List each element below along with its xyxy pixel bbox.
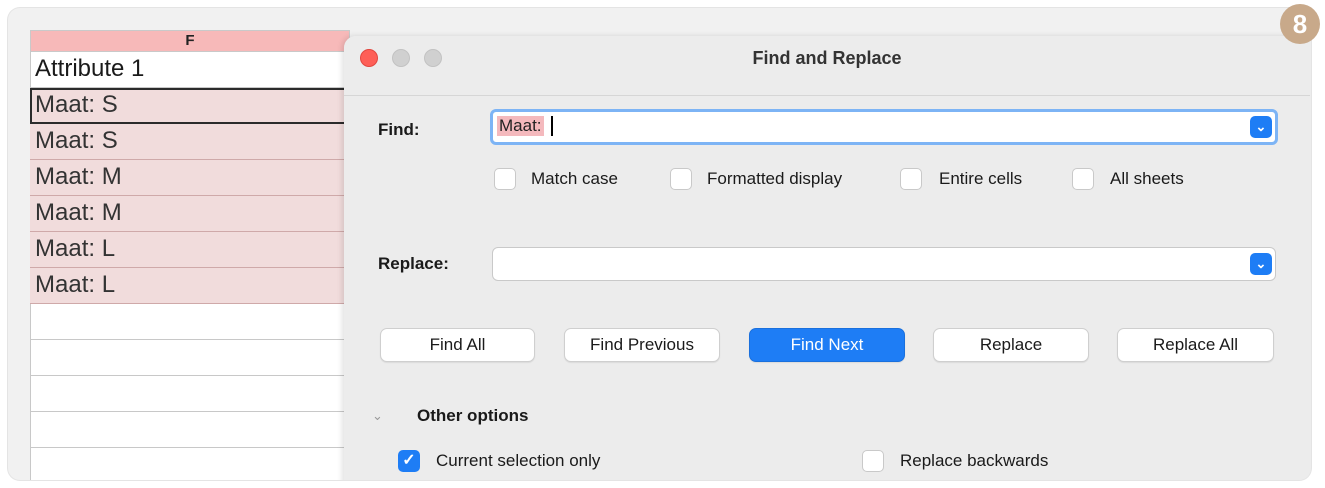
replace-backwards-label: Replace backwards xyxy=(900,451,1049,470)
title-bar: Find and Replace xyxy=(344,36,1310,96)
cell-f5[interactable]: Maat: M xyxy=(30,196,350,232)
current-selection-only-label: Current selection only xyxy=(436,451,601,470)
chevron-down-icon[interactable]: ⌄ xyxy=(1250,253,1272,275)
entire-cells-checkbox[interactable] xyxy=(900,168,922,190)
text-caret xyxy=(551,116,553,136)
replace-button[interactable]: Replace xyxy=(933,328,1089,362)
find-replace-dialog: Find and Replace Find: Maat: ⌄ Match cas… xyxy=(344,36,1310,480)
spreadsheet-column: F Attribute 1 Maat: S Maat: S Maat: M Ma… xyxy=(30,30,350,480)
cell-f3[interactable]: Maat: S xyxy=(30,124,350,160)
find-next-button[interactable]: Find Next xyxy=(749,328,905,362)
checkmark-icon: ✓ xyxy=(402,452,416,469)
cell-f1[interactable]: Attribute 1 xyxy=(30,52,350,88)
find-label: Find: xyxy=(378,120,420,139)
all-sheets-checkbox[interactable] xyxy=(1072,168,1094,190)
step-number-badge: 8 xyxy=(1280,4,1320,44)
other-options-toggle[interactable]: Other options xyxy=(417,406,528,426)
all-sheets-label: All sheets xyxy=(1110,169,1184,188)
cell-empty[interactable] xyxy=(30,412,350,448)
cell-empty[interactable] xyxy=(30,340,350,376)
cell-f6[interactable]: Maat: L xyxy=(30,232,350,268)
column-header-f[interactable]: F xyxy=(30,30,350,52)
match-case-checkbox[interactable] xyxy=(494,168,516,190)
replace-all-button[interactable]: Replace All xyxy=(1117,328,1274,362)
chevron-down-icon[interactable]: ⌄ xyxy=(372,408,383,424)
match-case-label: Match case xyxy=(531,169,618,188)
window-frame: F Attribute 1 Maat: S Maat: S Maat: M Ma… xyxy=(8,8,1311,480)
cell-f4[interactable]: Maat: M xyxy=(30,160,350,196)
cell-empty[interactable] xyxy=(30,376,350,412)
find-input-value: Maat: xyxy=(497,116,544,136)
cell-empty[interactable] xyxy=(30,448,350,480)
dialog-title: Find and Replace xyxy=(752,48,902,68)
formatted-display-label: Formatted display xyxy=(707,169,843,188)
formatted-display-checkbox[interactable] xyxy=(670,168,692,190)
chevron-down-icon[interactable]: ⌄ xyxy=(1250,116,1272,138)
cell-f2[interactable]: Maat: S xyxy=(30,88,350,124)
find-previous-button[interactable]: Find Previous xyxy=(564,328,720,362)
cell-f7[interactable]: Maat: L xyxy=(30,268,350,304)
replace-backwards-checkbox[interactable] xyxy=(862,450,884,472)
cell-empty[interactable] xyxy=(30,304,350,340)
entire-cells-label: Entire cells xyxy=(939,169,1023,188)
current-selection-only-checkbox[interactable]: ✓ xyxy=(398,450,420,472)
find-all-button[interactable]: Find All xyxy=(380,328,535,362)
replace-input[interactable]: ⌄ xyxy=(492,247,1276,281)
replace-label: Replace: xyxy=(378,254,449,273)
find-input[interactable]: Maat: ⌄ xyxy=(490,109,1278,145)
